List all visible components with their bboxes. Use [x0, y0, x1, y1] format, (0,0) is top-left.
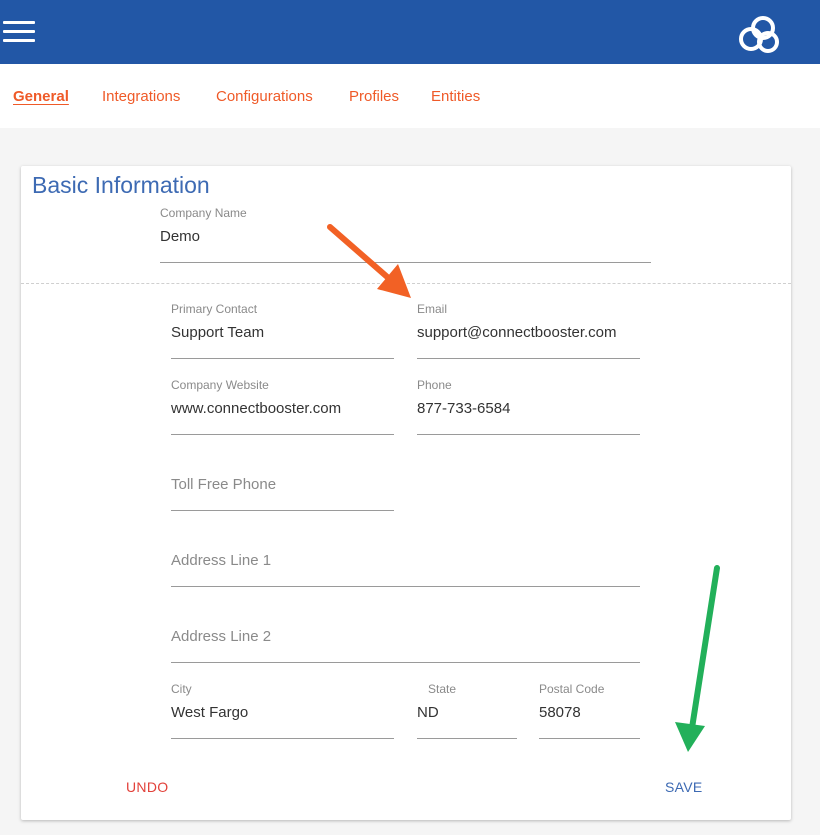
email-field[interactable]: Email support@connectbooster.com	[417, 302, 640, 359]
primary-contact-field[interactable]: Primary Contact Support Team	[171, 302, 394, 359]
company-name-label: Company Name	[160, 206, 247, 220]
tab-integrations[interactable]: Integrations	[102, 88, 180, 105]
toll-free-phone-placeholder[interactable]: Toll Free Phone	[171, 476, 276, 493]
field-underline	[171, 434, 394, 435]
field-underline	[160, 262, 651, 263]
city-value[interactable]: West Fargo	[171, 704, 248, 721]
primary-contact-value[interactable]: Support Team	[171, 324, 264, 341]
company-name-field[interactable]: Company Name Demo	[160, 206, 651, 263]
field-underline	[417, 738, 517, 739]
field-underline	[539, 738, 640, 739]
email-label: Email	[417, 302, 448, 316]
undo-button[interactable]: UNDO	[126, 779, 168, 795]
toll-free-phone-field[interactable]: Toll Free Phone	[171, 454, 394, 511]
card-title: Basic Information	[32, 172, 210, 198]
top-app-bar: Co Bo	[0, 0, 820, 64]
phone-field[interactable]: Phone 877-733-6584	[417, 378, 640, 435]
tab-bar: General Integrations Configurations Prof…	[0, 64, 820, 128]
address-line-1-placeholder[interactable]: Address Line 1	[171, 552, 271, 569]
logo-text: Co Bo	[786, 10, 820, 57]
basic-information-card: Basic Information Company Name Demo Prim…	[21, 166, 791, 820]
phone-value[interactable]: 877-733-6584	[417, 400, 510, 417]
state-label: State	[428, 682, 457, 696]
state-field[interactable]: State ND	[417, 682, 517, 739]
company-website-label: Company Website	[171, 378, 269, 392]
connectbooster-logo[interactable]: Co Bo	[738, 10, 820, 56]
tab-general[interactable]: General	[13, 88, 69, 105]
tab-configurations[interactable]: Configurations	[216, 88, 313, 105]
address-line-1-field[interactable]: Address Line 1	[171, 530, 640, 587]
postal-code-value[interactable]: 58078	[539, 704, 581, 721]
section-divider	[21, 283, 791, 284]
company-name-value[interactable]: Demo	[160, 228, 200, 245]
state-value[interactable]: ND	[417, 704, 439, 721]
field-underline	[171, 358, 394, 359]
field-underline	[171, 586, 640, 587]
phone-label: Phone	[417, 378, 452, 392]
company-website-field[interactable]: Company Website www.connectbooster.com	[171, 378, 394, 435]
field-underline	[171, 738, 394, 739]
address-line-2-placeholder[interactable]: Address Line 2	[171, 628, 271, 645]
tab-entities[interactable]: Entities	[431, 88, 480, 105]
field-underline	[417, 358, 640, 359]
postal-code-label: Postal Code	[539, 682, 605, 696]
city-label: City	[171, 682, 192, 696]
company-website-value[interactable]: www.connectbooster.com	[171, 400, 341, 417]
postal-code-field[interactable]: Postal Code 58078	[539, 682, 640, 739]
primary-contact-label: Primary Contact	[171, 302, 258, 316]
tab-profiles[interactable]: Profiles	[349, 88, 399, 105]
city-field[interactable]: City West Fargo	[171, 682, 394, 739]
email-value[interactable]: support@connectbooster.com	[417, 324, 617, 341]
field-underline	[171, 662, 640, 663]
hamburger-menu-icon[interactable]	[3, 21, 35, 43]
save-button[interactable]: SAVE	[665, 779, 703, 795]
field-underline	[417, 434, 640, 435]
address-line-2-field[interactable]: Address Line 2	[171, 606, 640, 663]
field-underline	[171, 510, 394, 511]
connectbooster-logo-icon	[739, 16, 779, 53]
